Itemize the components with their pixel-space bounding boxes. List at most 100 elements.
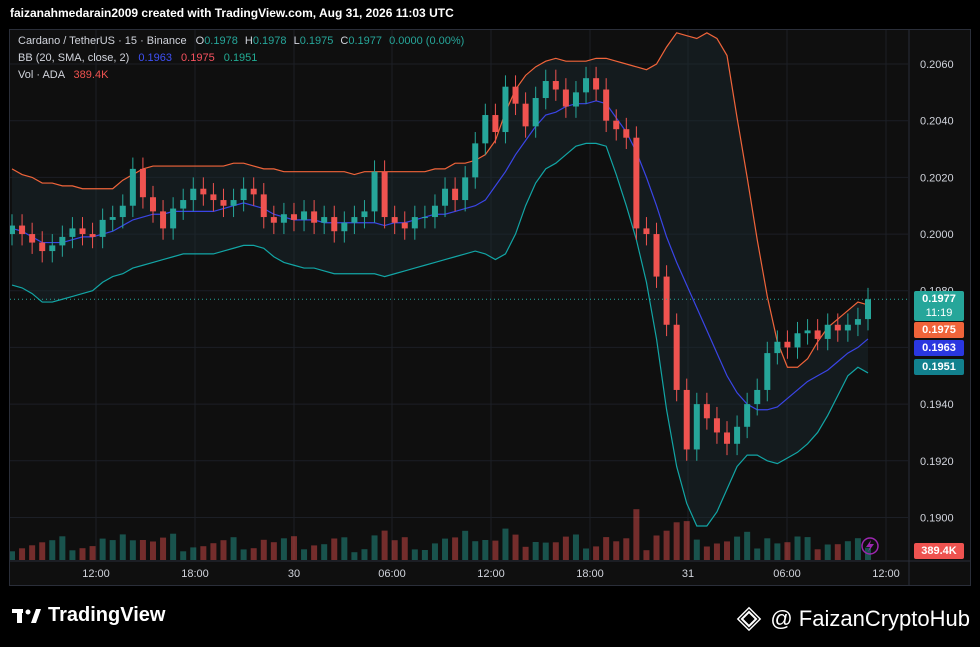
volume-bar: [814, 549, 821, 560]
volume-bar: [522, 546, 529, 560]
volume-bar: [683, 521, 690, 560]
candle-body: [583, 78, 590, 93]
candle-body: [683, 389, 690, 450]
candle-body: [804, 330, 811, 334]
candle-body: [653, 234, 660, 277]
vol-value: 389.4K: [73, 69, 109, 81]
volume-bar: [371, 535, 378, 560]
change-value: 0.0000 (0.00%): [389, 35, 465, 47]
candle-body: [39, 242, 46, 252]
candle-body: [824, 324, 831, 339]
watermark-text: @ FaizanCryptoHub: [770, 606, 970, 631]
candle-body: [854, 319, 861, 325]
chart-caption: faizanahmedarain2009 created with Tradin…: [10, 6, 454, 20]
volume-bar: [623, 538, 630, 560]
volume-bar: [653, 535, 660, 560]
open-label: O: [195, 35, 205, 47]
volume-bar: [442, 538, 449, 560]
close-value: 0.1977: [348, 35, 383, 47]
volume-bar: [562, 536, 569, 560]
candle-body: [220, 200, 227, 206]
volume-bar: [280, 538, 287, 560]
volume-bar: [109, 540, 116, 560]
vol-label: Vol · ADA: [18, 69, 65, 81]
symbol-label: Cardano / TetherUS · 15 · Binance: [18, 35, 187, 47]
ohlc-legend: Cardano / TetherUS · 15 · Binance O0.197…: [18, 35, 464, 47]
volume-bar: [119, 534, 126, 560]
bb-basis-value: 0.1963: [138, 52, 172, 64]
volume-bar: [401, 537, 408, 560]
volume-bar: [149, 541, 156, 560]
volume-bar: [230, 537, 237, 560]
bb-lower-value: 0.1951: [223, 52, 258, 64]
volume-bar: [472, 541, 479, 560]
candle-body: [230, 200, 237, 206]
volume-bar: [49, 540, 56, 560]
volume-bar: [572, 534, 579, 560]
volume-bar: [754, 548, 761, 560]
candle-body: [754, 389, 761, 405]
x-tick-label: 12:00: [477, 568, 505, 580]
volume-bar: [210, 543, 217, 560]
candle-body: [99, 219, 106, 237]
candle-body: [109, 217, 116, 220]
volume-bar: [774, 543, 781, 560]
candle-body: [149, 197, 156, 212]
candle-body: [371, 171, 378, 212]
candle-body: [492, 115, 499, 133]
candle-body: [814, 330, 821, 339]
low-value: 0.1975: [299, 35, 334, 47]
last-price-tag: 0.1977 11:19: [914, 291, 964, 321]
volume-bar: [844, 541, 851, 560]
binance-diamond-icon: [737, 606, 762, 632]
volume-bar: [593, 546, 600, 560]
volume-bar: [290, 536, 297, 560]
volume-bar: [361, 549, 368, 560]
candle-body: [472, 143, 479, 178]
candle-body: [331, 217, 338, 232]
candle-body: [180, 200, 187, 209]
volume-bar: [552, 542, 559, 560]
tradingview-logo[interactable]: TradingView: [12, 604, 165, 627]
volume-bar: [804, 537, 811, 560]
price-chart[interactable]: 0.20600.20400.20200.20000.19800.19600.19…: [10, 30, 970, 585]
candle-body: [49, 245, 56, 252]
bb-basis-tag: 0.1963: [914, 340, 964, 356]
y-tick-label: 0.2000: [920, 229, 954, 241]
volume-bar: [59, 536, 66, 560]
candle-body: [693, 404, 700, 450]
vol-legend: Vol · ADA 389.4K: [18, 69, 108, 81]
volume-bar: [170, 533, 177, 560]
volume-bar: [19, 548, 26, 560]
volume-bar: [492, 540, 499, 560]
candle-body: [724, 432, 731, 444]
candle-body: [119, 205, 126, 218]
candle-body: [421, 217, 428, 219]
volume-bar: [160, 537, 167, 560]
candle-body: [250, 188, 257, 195]
candle-body: [89, 234, 96, 237]
candle-body: [532, 98, 539, 127]
x-tick-label: 18:00: [576, 568, 604, 580]
candle-body: [280, 214, 287, 223]
volume-bar: [824, 544, 831, 560]
volume-bar: [713, 543, 720, 560]
volume-bar: [260, 539, 267, 560]
volume-bar: [240, 549, 247, 560]
candle-body: [643, 228, 650, 235]
volume-bar: [613, 541, 620, 560]
candle-body: [744, 404, 751, 427]
open-value: 0.1978: [204, 35, 238, 47]
candle-body: [10, 225, 15, 235]
volume-bar: [502, 528, 509, 560]
volume-bar: [462, 530, 469, 560]
candle-body: [240, 188, 247, 201]
candle-body: [351, 217, 358, 223]
volume-bar: [744, 531, 751, 560]
volume-bar: [532, 542, 539, 560]
candle-body: [190, 188, 197, 201]
candle-body: [844, 324, 851, 331]
candle-body: [341, 222, 348, 232]
candle-body: [774, 341, 781, 354]
volume-bar: [39, 542, 46, 560]
